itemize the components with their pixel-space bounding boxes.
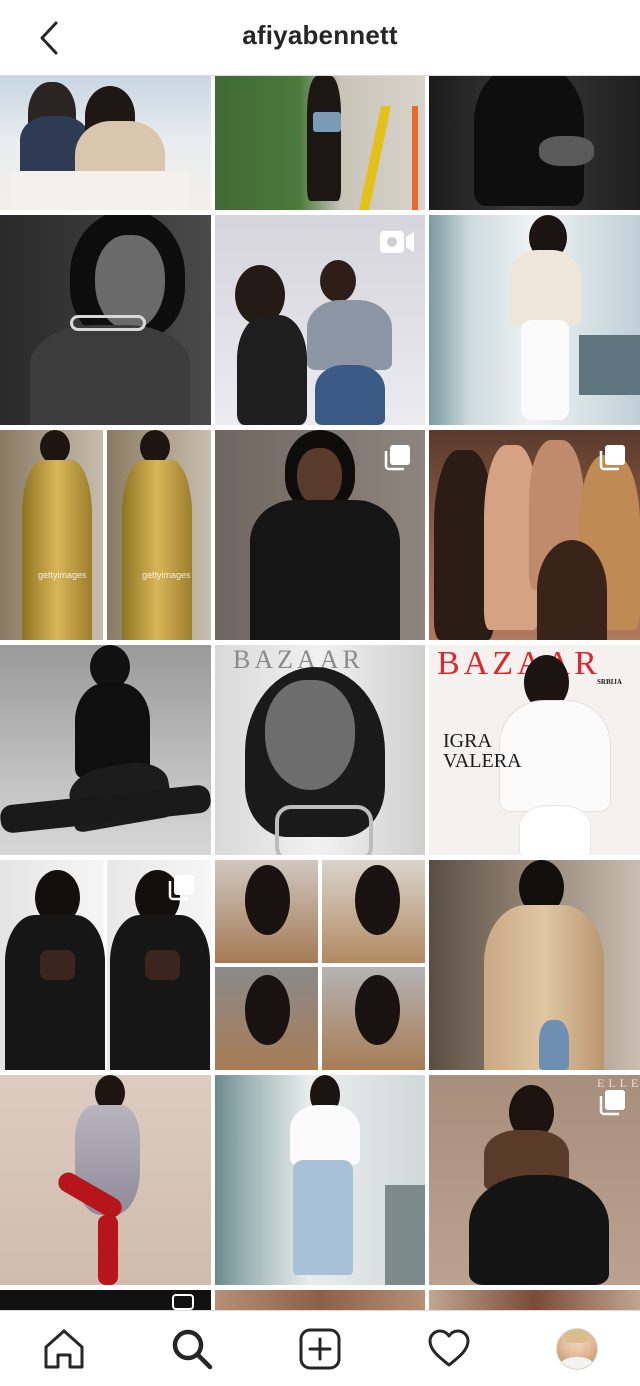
magazine-masthead: BAZAAR <box>437 645 601 682</box>
carousel-icon <box>384 445 410 471</box>
watermark-text: gettyimages <box>142 570 191 580</box>
grid-post[interactable]: BAZAAR SRBIJA IGRA VALERA <box>429 645 640 855</box>
carousel-icon <box>599 1090 625 1116</box>
watermark-text: gettyimages <box>38 570 87 580</box>
posts-grid: gettyimages gettyimages BAZAAR BAZAAR SR… <box>0 76 640 1310</box>
profile-username-title: afiyabennett <box>242 20 398 50</box>
carousel-icon <box>599 445 625 471</box>
magazine-edition: SRBIJA <box>597 678 622 686</box>
grid-post[interactable] <box>0 860 211 1070</box>
grid-post[interactable] <box>215 76 425 210</box>
cover-headline: IGRA <box>443 730 492 752</box>
grid-post[interactable] <box>429 430 640 640</box>
magazine-masthead: ELLE <box>597 1076 640 1090</box>
top-navigation-bar: afiyabennett <box>0 0 640 76</box>
profile-avatar <box>556 1328 598 1370</box>
carousel-icon <box>168 875 194 901</box>
grid-post[interactable] <box>215 430 425 640</box>
tab-new-post[interactable] <box>296 1325 344 1373</box>
home-icon <box>44 1329 84 1369</box>
search-icon <box>172 1329 213 1370</box>
grid-post[interactable] <box>429 215 640 425</box>
grid-post[interactable]: BAZAAR <box>215 645 425 855</box>
grid-post[interactable] <box>429 860 640 1070</box>
grid-post[interactable] <box>429 76 640 210</box>
tab-home[interactable] <box>40 1325 88 1373</box>
heart-icon <box>428 1329 470 1367</box>
new-post-icon <box>299 1328 341 1370</box>
bottom-tab-bar <box>0 1310 640 1386</box>
tab-activity[interactable] <box>425 1325 473 1373</box>
grid-post[interactable]: ELLE <box>429 1075 640 1285</box>
grid-post[interactable] <box>0 1075 211 1285</box>
grid-post[interactable] <box>0 215 211 425</box>
video-camera-icon <box>380 231 414 253</box>
grid-post[interactable] <box>215 215 425 425</box>
tab-profile[interactable] <box>553 1325 601 1373</box>
grid-post[interactable] <box>215 1290 425 1310</box>
grid-post[interactable] <box>0 645 211 855</box>
grid-post[interactable] <box>429 1290 640 1310</box>
grid-post[interactable] <box>0 1290 211 1310</box>
cover-headline: VALERA <box>443 750 522 772</box>
grid-post[interactable] <box>215 1075 425 1285</box>
grid-post[interactable] <box>215 860 425 1070</box>
grid-post[interactable]: gettyimages gettyimages <box>0 430 211 640</box>
tab-search[interactable] <box>168 1325 216 1373</box>
grid-post[interactable] <box>0 76 211 210</box>
